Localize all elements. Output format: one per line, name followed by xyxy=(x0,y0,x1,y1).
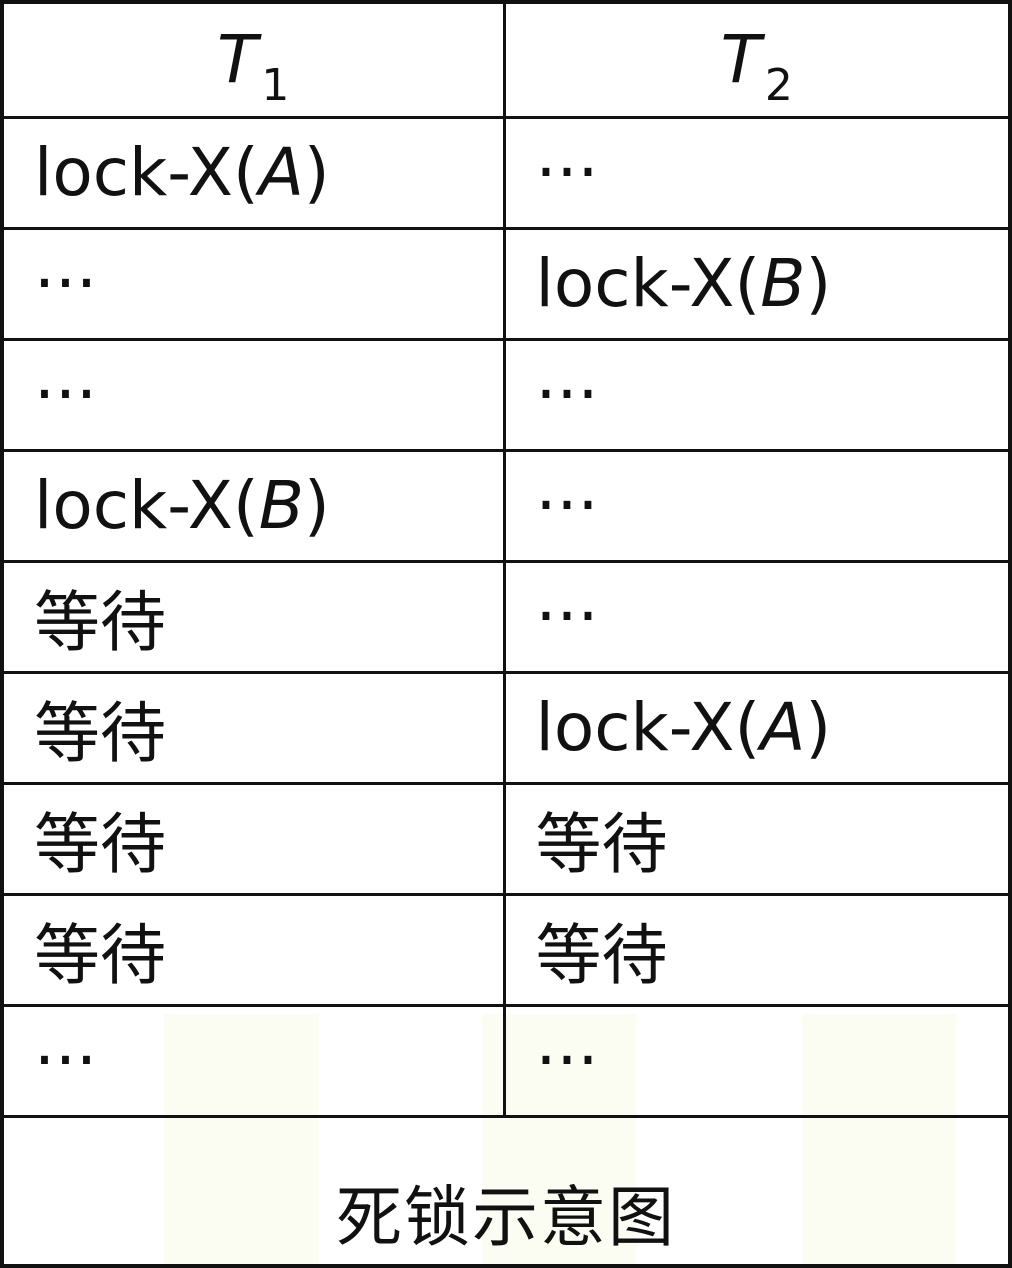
cell-t2: lock-X(A) xyxy=(504,672,1008,785)
cell-t2: ··· xyxy=(504,450,1008,563)
transaction-subscript: 2 xyxy=(764,60,793,112)
operation-text: lock-X( xyxy=(34,134,259,211)
table-header-row: T1 T2 xyxy=(4,4,1008,119)
cell-text: ··· xyxy=(535,356,599,433)
transaction-var: T xyxy=(217,21,258,99)
cell-t1: 等待 xyxy=(4,561,506,674)
header-t1: T1 xyxy=(4,4,506,119)
table-row: lock-X(B) ··· xyxy=(4,450,1008,563)
cell-text: ··· xyxy=(535,467,599,544)
cell-text: 等待 xyxy=(34,694,166,772)
cell-t1: 等待 xyxy=(4,894,506,1007)
cell-text: ··· xyxy=(34,356,97,433)
table-row: ··· ··· xyxy=(4,1005,1008,1118)
operation-close: ) xyxy=(805,689,832,766)
data-item-var: B xyxy=(258,467,304,544)
cell-t1: 等待 xyxy=(4,672,506,785)
cell-t1: lock-X(B) xyxy=(4,450,506,563)
cell-t2: ··· xyxy=(504,339,1008,452)
cell-text: ··· xyxy=(34,245,97,322)
cell-text: ··· xyxy=(535,1022,599,1099)
cell-t1: ··· xyxy=(4,1005,506,1118)
table-row: 等待 等待 xyxy=(4,783,1008,896)
operation-close: ) xyxy=(805,245,832,322)
cell-t2: 等待 xyxy=(504,783,1008,896)
operation-text: lock-X( xyxy=(535,245,761,322)
cell-t2: ··· xyxy=(504,117,1008,230)
transaction-var: T xyxy=(720,21,761,99)
cell-t2: lock-X(B) xyxy=(504,228,1008,341)
table-row: ··· ··· xyxy=(4,339,1008,452)
cell-text: 等待 xyxy=(34,583,166,661)
data-item-var: A xyxy=(760,689,806,766)
table-row: 等待 等待 xyxy=(4,894,1008,1007)
table-row: 等待 ··· xyxy=(4,561,1008,674)
deadlock-schedule-table: T1 T2 lock-X(A) ··· ··· lock-X(B) ··· ··· lock… xyxy=(4,4,1008,1118)
cell-t1: ··· xyxy=(4,228,506,341)
document-page: T1 T2 lock-X(A) ··· ··· lock-X(B) ··· ··· lock… xyxy=(0,0,1012,1268)
cell-text: 等待 xyxy=(535,805,668,883)
data-item-var: B xyxy=(760,245,806,322)
cell-text: 等待 xyxy=(34,805,166,883)
operation-close: ) xyxy=(303,134,330,211)
operation-text: lock-X( xyxy=(34,467,259,544)
header-t2: T2 xyxy=(504,4,1008,119)
operation-close: ) xyxy=(304,467,330,544)
transaction-subscript: 1 xyxy=(261,60,290,112)
cell-t2: ··· xyxy=(504,561,1008,674)
cell-text: ··· xyxy=(535,578,599,655)
cell-text: 等待 xyxy=(34,916,166,994)
table-row: ··· lock-X(B) xyxy=(4,228,1008,341)
cell-text: ··· xyxy=(535,134,599,211)
table-row: lock-X(A) ··· xyxy=(4,117,1008,230)
data-item-var: A xyxy=(258,134,304,211)
operation-text: lock-X( xyxy=(535,689,761,766)
cell-t2: ··· xyxy=(504,1005,1008,1118)
cell-t1: ··· xyxy=(4,339,506,452)
cell-text: 等待 xyxy=(535,916,668,994)
cell-text: ··· xyxy=(34,1022,97,1099)
figure-caption: 死锁示意图 xyxy=(336,1178,676,1256)
cell-t2: 等待 xyxy=(504,894,1008,1007)
cell-t1: 等待 xyxy=(4,783,506,896)
table-row: 等待 lock-X(A) xyxy=(4,672,1008,785)
cell-t1: lock-X(A) xyxy=(4,117,506,230)
